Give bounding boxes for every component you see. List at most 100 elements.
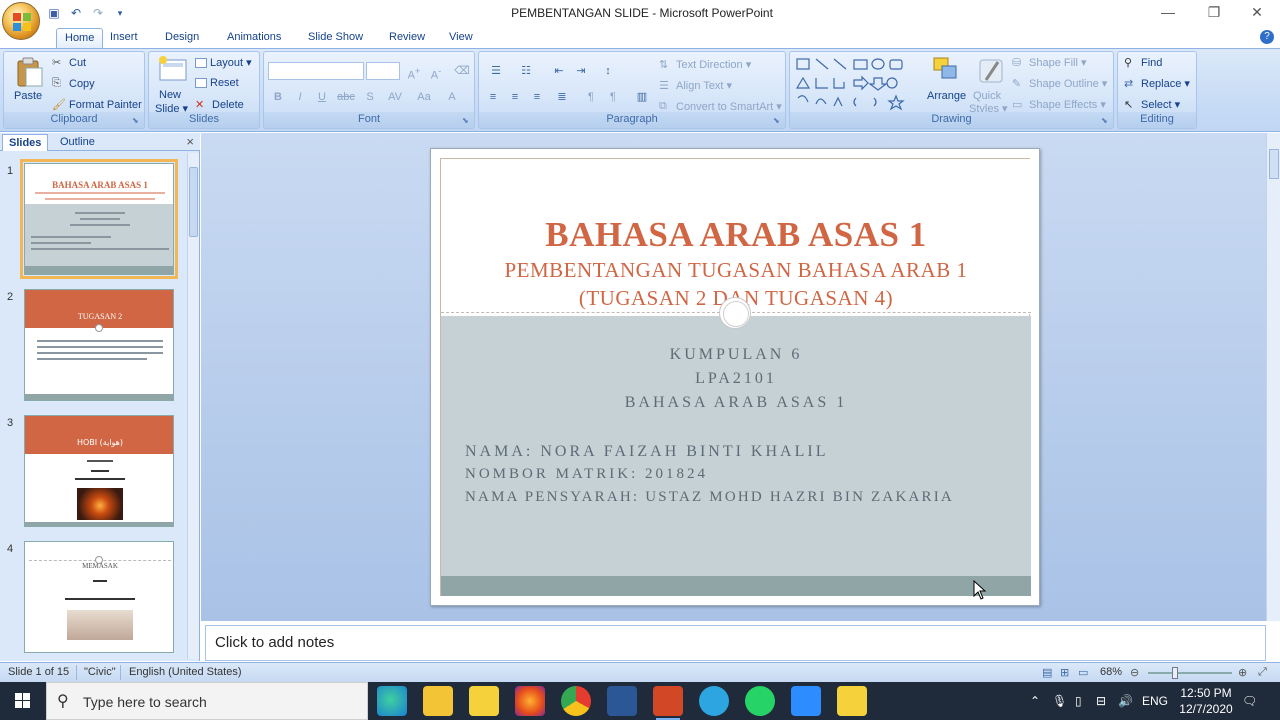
firefox-icon[interactable] — [515, 686, 545, 716]
lecturer-name[interactable]: NAMA PENSYARAH: USTAZ MOHD HAZRI BIN ZAK… — [465, 489, 954, 506]
shapes-gallery[interactable] — [794, 56, 914, 114]
cut-button[interactable]: ✂ Cut — [52, 56, 86, 70]
shape-fill-button[interactable]: ⛁ Shape Fill ▾ — [1012, 56, 1087, 70]
italic-button[interactable]: I — [290, 88, 310, 106]
battery-icon[interactable]: ▯ — [1075, 682, 1082, 720]
bold-button[interactable]: B — [268, 88, 288, 106]
clear-formatting-button[interactable]: ⌫ — [452, 62, 472, 80]
select-button[interactable]: ↖ Select ▾ — [1124, 98, 1180, 112]
align-text-button[interactable]: ☰ Align Text ▾ — [659, 79, 732, 93]
tab-slide-show[interactable]: Slide Show — [300, 28, 371, 48]
fit-window-icon[interactable]: ⤢ — [1258, 666, 1267, 679]
taskbar-clock[interactable]: 12:50 PM 12/7/2020 — [1176, 685, 1236, 717]
grow-font-button[interactable]: A+ — [404, 62, 424, 82]
windows-start-icon[interactable] — [0, 682, 46, 720]
scrollbar-thumb[interactable] — [189, 167, 198, 237]
word-icon[interactable] — [607, 686, 637, 716]
microphone-icon[interactable]: 🎙 — [1052, 682, 1067, 720]
panel-close-button[interactable]: × — [186, 134, 194, 149]
align-left-button[interactable]: ≡ — [483, 88, 503, 106]
slide-title[interactable]: BAHASA ARAB ASAS 1 — [441, 215, 1031, 255]
slide-thumbnail-4[interactable]: MEMASAK — [24, 541, 174, 653]
align-center-button[interactable]: ≡ — [505, 88, 525, 106]
ltr-button[interactable]: ¶ — [603, 88, 623, 106]
shadow-button[interactable]: S — [360, 88, 380, 106]
zoom-slider-thumb[interactable] — [1172, 667, 1178, 679]
bullets-button[interactable]: ☰ — [483, 62, 509, 80]
code-text[interactable]: LPA2101 — [441, 370, 1031, 388]
network-icon[interactable]: ⊟ — [1096, 682, 1106, 720]
zoom-slider[interactable] — [1148, 672, 1232, 674]
arrange-button[interactable]: Arrange — [927, 90, 966, 102]
tab-animations[interactable]: Animations — [219, 28, 289, 48]
language-indicator-taskbar[interactable]: ENG — [1142, 682, 1168, 720]
zoom-icon[interactable] — [791, 686, 821, 716]
underline-button[interactable]: U — [312, 88, 332, 106]
paragraph-dialog-launcher[interactable]: ⬊ — [773, 116, 783, 126]
language-indicator[interactable]: English (United States) — [129, 666, 242, 678]
increase-indent-button[interactable]: ⇥ — [571, 62, 591, 80]
tab-slides[interactable]: Slides — [2, 134, 49, 151]
help-icon[interactable]: ? — [1260, 30, 1274, 44]
zoom-out-icon[interactable]: ⊖ — [1130, 666, 1139, 679]
tab-home[interactable]: Home — [56, 28, 104, 48]
tab-view[interactable]: View — [441, 28, 481, 48]
reset-button[interactable]: Reset — [195, 77, 239, 89]
telegram-icon[interactable] — [699, 686, 729, 716]
current-slide[interactable]: BAHASA ARAB ASAS 1 PEMBENTANGAN TUGASAN … — [430, 148, 1040, 606]
font-color-button[interactable]: A — [442, 88, 462, 106]
numbering-button[interactable]: ☷ — [513, 62, 539, 80]
show-hidden-icons[interactable]: ⌃ — [1030, 682, 1040, 720]
change-case-button[interactable]: Aa — [412, 88, 436, 106]
text-direction-button[interactable]: ⇅ Text Direction ▾ — [659, 58, 751, 72]
group-text[interactable]: KUMPULAN 6 — [441, 346, 1031, 364]
volume-icon[interactable]: 🔊 — [1118, 682, 1133, 720]
course-text[interactable]: BAHASA ARAB ASAS 1 — [441, 394, 1031, 412]
line-spacing-button[interactable]: ↕ — [595, 62, 621, 80]
replace-button[interactable]: ⇄ Replace ▾ — [1124, 77, 1190, 91]
sticky-notes-icon[interactable] — [837, 686, 867, 716]
normal-view-icon[interactable]: ▤ — [1042, 666, 1052, 679]
notifications-icon[interactable]: 🗨 — [1242, 682, 1257, 720]
maximize-button[interactable]: ❐ — [1191, 0, 1237, 26]
editor-scrollbar[interactable] — [1266, 133, 1280, 621]
file-explorer-icon[interactable] — [423, 686, 453, 716]
character-spacing-button[interactable]: AV — [382, 88, 408, 106]
shrink-font-button[interactable]: A- — [426, 62, 446, 82]
edge-icon[interactable] — [377, 686, 407, 716]
font-dialog-launcher[interactable]: ⬊ — [462, 116, 472, 126]
zoom-in-icon[interactable]: ⊕ — [1238, 666, 1247, 679]
decrease-indent-button[interactable]: ⇤ — [549, 62, 569, 80]
layout-button[interactable]: Layout ▾ — [195, 56, 252, 69]
quick-styles-button[interactable]: Quick — [973, 90, 1001, 102]
slide-thumbnail-2[interactable]: TUGASAN 2 — [24, 289, 174, 401]
close-button[interactable]: ✕ — [1234, 0, 1280, 26]
zoom-level[interactable]: 68% — [1100, 666, 1122, 678]
rtl-button[interactable]: ¶ — [581, 88, 601, 106]
tab-insert[interactable]: Insert — [102, 28, 146, 48]
tab-review[interactable]: Review — [381, 28, 433, 48]
office-button[interactable] — [2, 2, 40, 40]
delete-button[interactable]: ✕ Delete — [195, 98, 244, 112]
tab-outline[interactable]: Outline — [54, 134, 101, 151]
font-name-combo[interactable] — [268, 62, 364, 80]
slide-subtitle-line1[interactable]: PEMBENTANGAN TUGASAN BAHASA ARAB 1 — [441, 258, 1031, 283]
align-right-button[interactable]: ≡ — [527, 88, 547, 106]
matric-number[interactable]: NOMBOR MATRIK: 201824 — [465, 466, 708, 483]
slide-thumbnail-1[interactable]: BAHASA ARAB ASAS 1 — [20, 159, 178, 279]
powerpoint-icon[interactable] — [653, 686, 683, 720]
new-slide-button[interactable]: New — [159, 89, 181, 101]
player-icon[interactable] — [469, 686, 499, 716]
slide-sorter-icon[interactable]: ⊞ — [1060, 666, 1069, 679]
clipboard-dialog-launcher[interactable]: ⬊ — [132, 116, 142, 126]
student-name[interactable]: NAMA: NORA FAIZAH BINTI KHALIL — [465, 443, 828, 461]
chrome-icon[interactable] — [561, 686, 591, 716]
format-painter-button[interactable]: 🖌 Format Painter — [52, 98, 142, 112]
notes-pane[interactable]: Click to add notes — [205, 625, 1266, 661]
tab-design[interactable]: Design — [157, 28, 207, 48]
slide-thumbnail-3[interactable]: HOBI (هواية) — [24, 415, 174, 527]
drawing-dialog-launcher[interactable]: ⬊ — [1101, 116, 1111, 126]
shape-effects-button[interactable]: ▭ Shape Effects ▾ — [1012, 98, 1106, 112]
paste-button[interactable]: Paste — [14, 90, 42, 102]
slides-panel-scrollbar[interactable] — [187, 153, 199, 659]
